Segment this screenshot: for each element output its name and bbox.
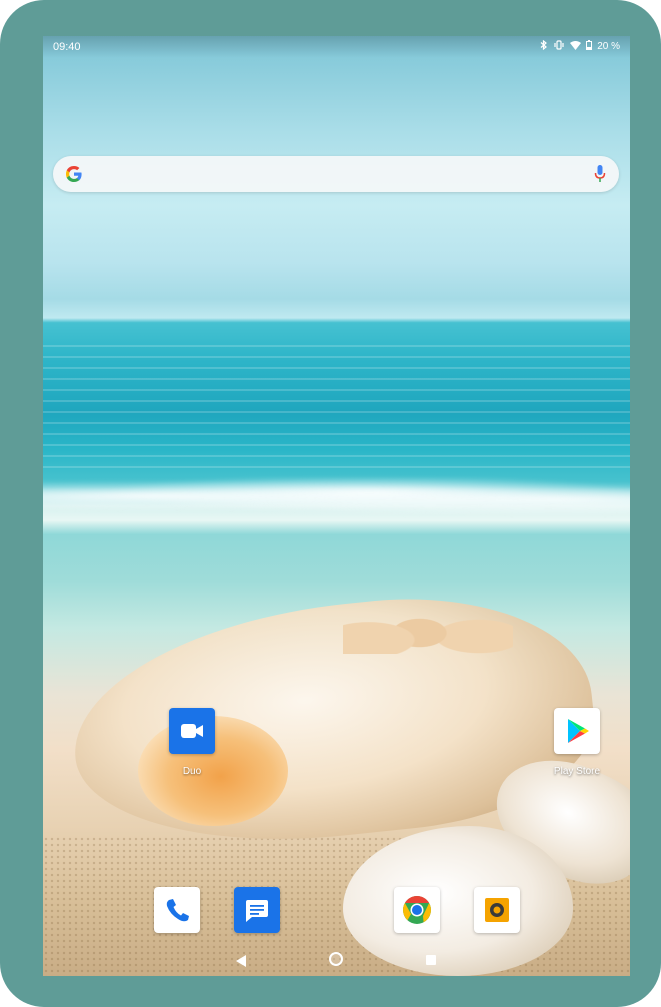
- wallpaper-foam: [43, 478, 630, 514]
- dock-chrome[interactable]: [387, 887, 447, 933]
- app-label: Duo: [182, 766, 202, 777]
- dock-phone[interactable]: [147, 887, 207, 933]
- battery-percent: 20 %: [597, 41, 620, 52]
- navigation-bar: [43, 946, 630, 976]
- wallpaper-ocean-ripples: [43, 336, 630, 476]
- message-icon: [234, 887, 280, 933]
- home-icon[interactable]: [329, 952, 343, 966]
- back-icon[interactable]: [236, 955, 246, 967]
- dock-messages[interactable]: [227, 887, 287, 933]
- google-search-bar[interactable]: [53, 156, 619, 192]
- wallpaper-conch-spikes: [343, 584, 513, 654]
- app-label: Play Store: [553, 766, 601, 777]
- vibrate-icon: [553, 40, 565, 53]
- app-play-store[interactable]: Play Store: [547, 708, 607, 777]
- video-camera-icon: [169, 708, 215, 754]
- bluetooth-icon: [540, 39, 548, 53]
- google-g-icon: [63, 163, 85, 185]
- status-icons: 20 %: [540, 39, 620, 53]
- tablet-frame: 09:40 20 % Duo Play Store: [0, 0, 661, 1007]
- wifi-icon: [570, 40, 582, 53]
- home-screen: 09:40 20 % Duo Play Store: [43, 36, 630, 976]
- dock-camera[interactable]: [467, 887, 527, 933]
- phone-icon: [154, 887, 200, 933]
- status-time: 09:40: [53, 41, 81, 53]
- battery-icon: [586, 40, 593, 53]
- camera-icon: [474, 887, 520, 933]
- microphone-icon[interactable]: [593, 164, 607, 184]
- status-bar: 09:40 20 %: [43, 36, 630, 58]
- recents-icon[interactable]: [426, 955, 436, 965]
- play-store-icon: [554, 708, 600, 754]
- chrome-icon: [394, 887, 440, 933]
- app-duo[interactable]: Duo: [162, 708, 222, 777]
